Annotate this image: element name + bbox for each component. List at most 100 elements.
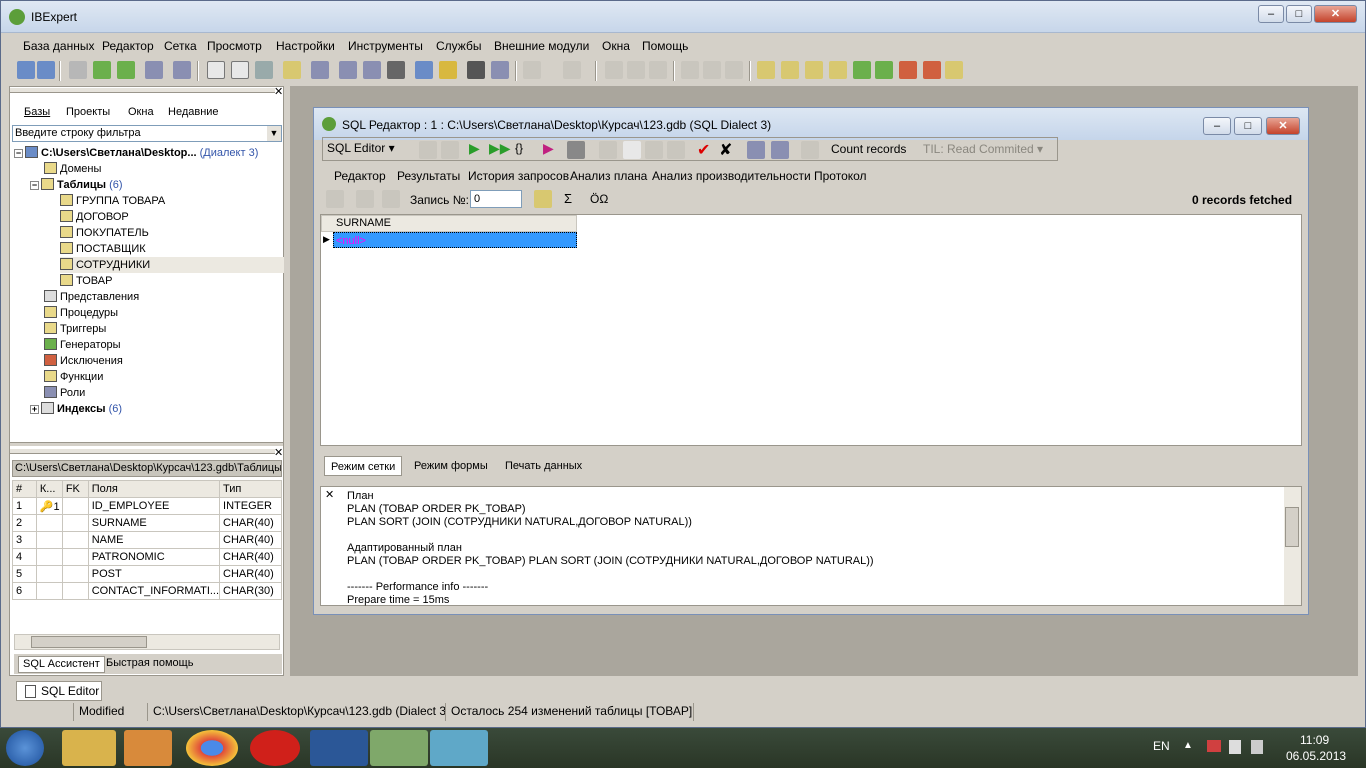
table-new-icon[interactable]	[757, 61, 775, 79]
table-drop-icon[interactable]	[923, 61, 941, 79]
tree-procedures[interactable]: Процедуры	[44, 305, 118, 321]
execute-icon[interactable]: ▶	[469, 140, 480, 157]
col-num[interactable]: #	[12, 480, 37, 498]
add-filter-icon[interactable]	[382, 190, 400, 208]
restore-button[interactable]: □	[1286, 5, 1312, 23]
volume-icon[interactable]	[1251, 740, 1263, 754]
search-icon[interactable]	[681, 61, 699, 79]
menu-help[interactable]: Помощь	[642, 39, 688, 53]
splitter[interactable]	[10, 442, 283, 446]
tree-table-item[interactable]: ГРУППА ТОВАРА	[60, 193, 165, 209]
col-fk[interactable]: FK	[61, 480, 89, 498]
commit-icon[interactable]: ✔	[697, 140, 710, 160]
grid-settings-icon[interactable]	[356, 190, 374, 208]
sql-restore-button[interactable]: □	[1234, 117, 1262, 135]
script-icon[interactable]	[283, 61, 301, 79]
collapse-icon[interactable]: −	[14, 149, 23, 158]
tree-functions[interactable]: Функции	[44, 369, 103, 385]
scrollbar-thumb[interactable]	[1285, 507, 1299, 547]
ibexpert-taskbar-icon[interactable]	[370, 730, 428, 766]
tab-sql-assistant[interactable]: SQL Ассистент	[18, 656, 105, 673]
next-query-icon[interactable]	[441, 141, 459, 159]
tree-table-item[interactable]: ДОГОВОР	[60, 209, 129, 225]
register-db-icon[interactable]	[17, 61, 35, 79]
compare-icon[interactable]	[363, 61, 381, 79]
tray-arrow-icon[interactable]: ▲	[1183, 740, 1193, 751]
panel-close-icon[interactable]: ✕	[274, 85, 283, 98]
key-icon[interactable]	[439, 61, 457, 79]
panel-grip[interactable]	[10, 87, 275, 93]
debug-icon[interactable]: ▶	[543, 140, 554, 157]
plan-output-panel[interactable]: ✕ План PLAN (ТОВАР ORDER PK_ТОВАР) PLAN …	[320, 486, 1302, 606]
scrollbar-thumb[interactable]	[31, 636, 147, 648]
new-sql-icon[interactable]	[231, 61, 249, 79]
menu-editor[interactable]: Редактор	[102, 39, 154, 53]
tab-recent[interactable]: Недавние	[168, 106, 219, 118]
tab-performance[interactable]: Анализ производительности	[652, 169, 811, 183]
plan-close-icon[interactable]: ✕	[325, 488, 334, 501]
tab-plan-analysis[interactable]: Анализ плана	[570, 169, 647, 183]
props-close-icon[interactable]: ✕	[274, 446, 283, 459]
plan-icon[interactable]	[567, 141, 585, 159]
copy-query-icon[interactable]	[645, 141, 663, 159]
export-data-icon[interactable]	[747, 141, 765, 159]
copy-icon[interactable]	[627, 61, 645, 79]
menu-grid[interactable]: Сетка	[164, 39, 197, 53]
table-delete-icon[interactable]	[899, 61, 917, 79]
til-dropdown[interactable]: TIL: Read Commited ▾	[923, 142, 1043, 156]
table-edit-icon[interactable]	[805, 61, 823, 79]
sql-editor-titlebar[interactable]: SQL Редактор : 1 : C:\Users\Светлана\Des…	[314, 108, 1308, 140]
table-props-icon[interactable]	[829, 61, 847, 79]
tree-exceptions[interactable]: Исключения	[44, 353, 123, 369]
horizontal-scrollbar[interactable]	[14, 634, 280, 650]
new-query-icon[interactable]	[623, 141, 641, 159]
col-key[interactable]: К...	[35, 480, 63, 498]
tab-form-mode[interactable]: Режим формы	[408, 456, 494, 476]
tree-table-item-selected[interactable]: СОТРУДНИКИ	[60, 257, 284, 273]
copy-object-icon[interactable]	[255, 61, 273, 79]
tree-triggers[interactable]: Триггеры	[44, 321, 106, 337]
table-row[interactable]: 2 SURNAME CHAR(40)	[12, 514, 282, 532]
settings-icon[interactable]	[801, 141, 819, 159]
rollback-icon[interactable]: ✘	[719, 140, 732, 160]
table-refresh-icon[interactable]	[875, 61, 893, 79]
connect-icon[interactable]	[69, 61, 87, 79]
start-button[interactable]	[6, 730, 44, 766]
tree-table-item[interactable]: ПОСТАВЩИК	[60, 241, 146, 257]
tree-views[interactable]: Представления	[44, 289, 139, 305]
grid-cell[interactable]: <null>	[333, 232, 577, 248]
clock-date[interactable]: 06.05.2013	[1286, 749, 1346, 763]
tree-tables[interactable]: − Таблицы (6)	[30, 177, 123, 193]
cut-icon[interactable]	[605, 61, 623, 79]
grid-column-surname[interactable]: SURNAME	[321, 215, 577, 232]
tree-table-item[interactable]: ТОВАР	[60, 273, 112, 289]
tab-editor[interactable]: Редактор	[334, 169, 386, 183]
tab-windows[interactable]: Окна	[128, 106, 154, 118]
minimize-button[interactable]: –	[1258, 5, 1284, 23]
tab-databases[interactable]: Базы	[24, 106, 50, 118]
menu-plugins[interactable]: Внешние модули	[494, 39, 589, 53]
sum-icon[interactable]: Σ	[564, 191, 572, 206]
reconnect-icon[interactable]	[93, 61, 111, 79]
print-data-icon[interactable]	[771, 141, 789, 159]
table-user-icon[interactable]	[945, 61, 963, 79]
tab-results[interactable]: Результаты	[397, 169, 460, 183]
print-icon[interactable]	[387, 61, 405, 79]
clock-time[interactable]: 11:09	[1300, 733, 1329, 747]
export-icon[interactable]	[491, 61, 509, 79]
filter-input[interactable]: Введите строку фильтра	[12, 125, 282, 142]
count-records-button[interactable]: Count records	[831, 142, 906, 156]
record-number-input[interactable]: 0	[470, 190, 522, 208]
tree-table-item[interactable]: ПОКУПАТЕЛЬ	[60, 225, 149, 241]
execute-script-icon[interactable]: {}	[515, 141, 523, 155]
tree-indexes[interactable]: + Индексы (6)	[30, 401, 122, 417]
tree-generators[interactable]: Генераторы	[44, 337, 121, 353]
extract-icon[interactable]	[311, 61, 329, 79]
network-icon[interactable]	[1207, 740, 1221, 752]
paste-icon[interactable]	[649, 61, 667, 79]
table-row[interactable]: 5 POST CHAR(40)	[12, 565, 282, 583]
find-icon[interactable]	[339, 61, 357, 79]
tab-quick-help[interactable]: Быстрая помощь	[106, 656, 193, 673]
tree-db-root[interactable]: − C:\Users\Светлана\Desktop... (Диалект 3…	[14, 145, 258, 161]
help-icon[interactable]	[415, 61, 433, 79]
